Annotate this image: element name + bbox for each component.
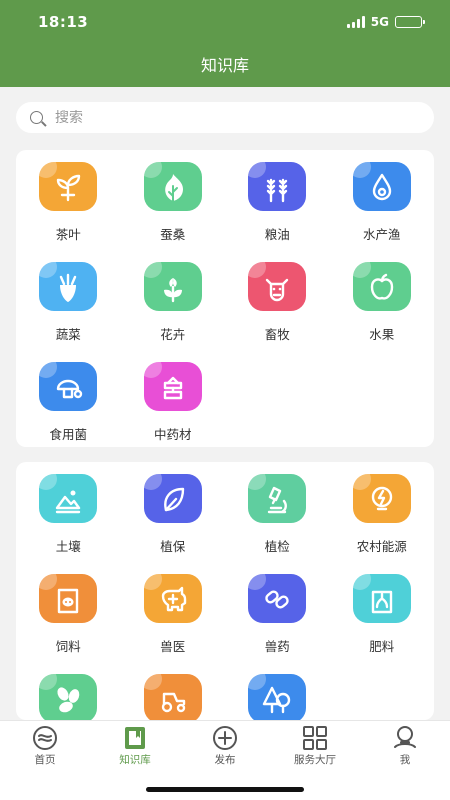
tab-home-logo[interactable]: 首页 xyxy=(0,721,90,769)
category-label: 茶叶 xyxy=(55,227,81,242)
category-feed-bag[interactable]: 饲料 xyxy=(16,574,121,674)
pills-icon xyxy=(248,574,307,623)
book-icon xyxy=(125,727,145,749)
microscope-icon xyxy=(248,474,307,523)
category-label: 花卉 xyxy=(160,327,186,342)
grid-icon xyxy=(303,726,327,750)
radish-icon xyxy=(39,262,98,311)
category-label: 畜牧 xyxy=(264,327,290,342)
home-indicator xyxy=(146,787,304,792)
category-label: 蚕桑 xyxy=(160,227,186,242)
tab-plus-circle[interactable]: 发布 xyxy=(180,721,270,769)
tab-label: 首页 xyxy=(34,754,56,766)
seeds-icon xyxy=(39,674,98,720)
category-label: 兽药 xyxy=(264,639,290,654)
category-card-crops: 茶叶 蚕桑 粮油 水产渔蔬菜 花卉 畜牧 水果食用菌 中药材 xyxy=(16,150,434,447)
flower-icon xyxy=(143,262,202,311)
category-label: 蔬菜 xyxy=(55,327,81,342)
status-time: 18:13 xyxy=(38,13,89,31)
search-input[interactable] xyxy=(55,109,355,126)
status-indicators: 5G xyxy=(346,15,425,29)
page-title: 知识库 xyxy=(200,56,249,75)
category-label: 水产渔 xyxy=(362,227,401,242)
category-flower[interactable]: 花卉 xyxy=(121,262,226,362)
category-label: 水果 xyxy=(369,327,395,342)
category-label: 土壤 xyxy=(55,539,81,554)
category-label: 植检 xyxy=(264,539,290,554)
category-herb-bundle[interactable]: 中药材 xyxy=(121,362,226,462)
forest-icon xyxy=(248,674,307,720)
fertilizer-icon xyxy=(352,574,411,623)
category-label: 植保 xyxy=(160,539,186,554)
category-water-drop[interactable]: 水产渔 xyxy=(330,162,435,262)
category-tea-sprout[interactable]: 茶叶 xyxy=(16,162,121,262)
category-label: 饲料 xyxy=(55,639,81,654)
category-tractor[interactable] xyxy=(121,674,226,720)
app-header: 18:13 5G 知识库 xyxy=(0,0,450,87)
tab-label: 发布 xyxy=(214,754,236,766)
tab-grid[interactable]: 服务大厅 xyxy=(270,721,360,769)
home-logo-icon xyxy=(33,726,57,750)
category-soil[interactable]: 土壤 xyxy=(16,474,121,574)
water-drop-icon xyxy=(352,162,411,211)
category-forest[interactable] xyxy=(225,674,330,720)
tab-label: 我 xyxy=(399,754,411,766)
tab-list: 首页 知识库 发布 服务大厅 我 xyxy=(0,721,450,769)
category-seeds[interactable] xyxy=(16,674,121,720)
tea-sprout-icon xyxy=(39,162,98,211)
category-fertilizer[interactable]: 肥料 xyxy=(330,574,435,674)
tab-label: 知识库 xyxy=(119,754,151,766)
category-microscope[interactable]: 植检 xyxy=(225,474,330,574)
category-label: 粮油 xyxy=(264,227,290,242)
apple-icon xyxy=(352,262,411,311)
category-leaf-protect[interactable]: 植保 xyxy=(121,474,226,574)
category-label: 食用菌 xyxy=(49,427,87,442)
plus-circle-icon xyxy=(213,726,237,750)
signal-icon xyxy=(346,16,365,28)
search-bar[interactable] xyxy=(16,102,434,133)
network-type: 5G xyxy=(370,15,389,29)
tab-profile[interactable]: 我 xyxy=(360,721,450,769)
category-pills[interactable]: 兽药 xyxy=(225,574,330,674)
herb-bundle-icon xyxy=(143,362,202,411)
category-card-services: 土壤 植保 植检 农村能源饲料 兽医 兽药 肥料 xyxy=(16,462,434,720)
category-energy-bulb[interactable]: 农村能源 xyxy=(330,474,435,574)
mulberry-leaf-icon xyxy=(143,162,202,211)
wheat-icon xyxy=(248,162,307,211)
category-grid-crops: 茶叶 蚕桑 粮油 水产渔蔬菜 花卉 畜牧 水果食用菌 中药材 xyxy=(16,150,434,462)
tractor-icon xyxy=(143,674,202,720)
leaf-protect-icon xyxy=(143,474,202,523)
category-vet-pig[interactable]: 兽医 xyxy=(121,574,226,674)
feed-bag-icon xyxy=(39,574,98,623)
profile-icon xyxy=(394,726,416,748)
category-wheat[interactable]: 粮油 xyxy=(225,162,330,262)
category-mushroom[interactable]: 食用菌 xyxy=(16,362,121,462)
vet-pig-icon xyxy=(143,574,202,623)
status-bar: 18:13 5G xyxy=(0,0,450,44)
category-cow[interactable]: 畜牧 xyxy=(225,262,330,362)
search-icon xyxy=(30,111,43,124)
category-apple[interactable]: 水果 xyxy=(330,262,435,362)
battery-icon xyxy=(395,16,425,28)
category-label: 农村能源 xyxy=(356,539,407,554)
category-radish[interactable]: 蔬菜 xyxy=(16,262,121,362)
soil-icon xyxy=(39,474,98,523)
category-mulberry-leaf[interactable]: 蚕桑 xyxy=(121,162,226,262)
category-label: 中药材 xyxy=(153,427,192,442)
category-label: 肥料 xyxy=(369,639,395,654)
tab-label: 服务大厅 xyxy=(294,754,336,766)
category-grid-services: 土壤 植保 植检 农村能源饲料 兽医 兽药 肥料 xyxy=(16,462,434,720)
energy-bulb-icon xyxy=(352,474,411,523)
mushroom-icon xyxy=(39,362,98,411)
category-label: 兽医 xyxy=(160,639,186,654)
cow-icon xyxy=(248,262,307,311)
tab-book[interactable]: 知识库 xyxy=(90,721,180,769)
